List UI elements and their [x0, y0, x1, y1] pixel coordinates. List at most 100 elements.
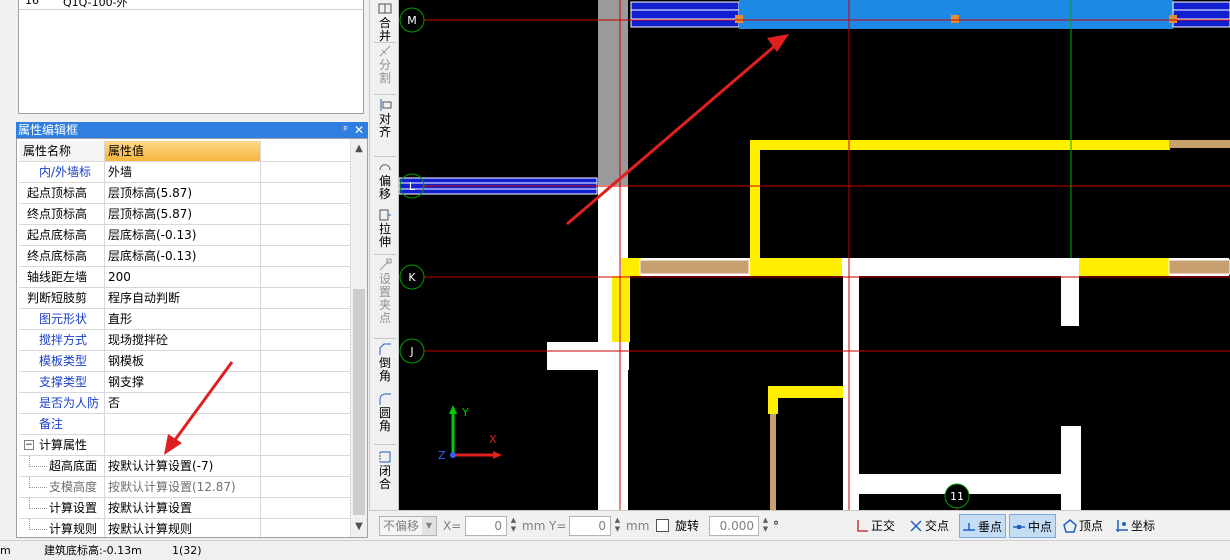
y-spinner-icon[interactable]: ▲ ▼	[612, 516, 623, 536]
fillet-button[interactable]: 圆角	[370, 392, 400, 433]
ucs-icon: Y X Z	[438, 405, 502, 462]
svg-text:X: X	[489, 433, 497, 446]
split-button[interactable]: 分割	[370, 44, 400, 85]
snap-ortho-label: 正交	[871, 519, 896, 533]
stretch-label: 拉伸	[378, 222, 391, 249]
offset-button[interactable]: 偏移	[370, 160, 400, 201]
snap-coordinate-label: 坐标	[1131, 519, 1156, 533]
chamfer-button[interactable]: 倒角	[370, 342, 400, 383]
set-grip-button[interactable]: 设置夹点	[370, 258, 400, 325]
chevron-down-icon[interactable]: ▼	[422, 517, 436, 535]
svg-text:L: L	[409, 180, 416, 193]
tan-wall[interactable]	[770, 414, 776, 510]
snap-vertex[interactable]: 顶点	[1061, 514, 1106, 538]
gray-column[interactable]	[598, 0, 628, 185]
y-unit: mm	[626, 519, 650, 533]
axis-bubble-11: 11	[944, 483, 970, 509]
axis-bubble-k: K	[399, 264, 425, 290]
grip-handle[interactable]	[1169, 15, 1177, 23]
stretch-button[interactable]: 拉伸	[370, 208, 400, 249]
tan-wall[interactable]	[1169, 140, 1230, 148]
rotate-input[interactable]: 0.000	[709, 516, 759, 536]
white-wall-horizontal[interactable]	[859, 474, 1079, 494]
snap-midpoint-label: 中点	[1028, 520, 1053, 534]
snap-intersection-label: 交点	[925, 519, 950, 533]
merge-label: 合并	[378, 16, 391, 43]
blue-wall[interactable]	[630, 1, 740, 28]
y-input[interactable]: 0	[569, 516, 611, 536]
axis-bubble-m: M	[399, 7, 425, 33]
tan-wall[interactable]	[1168, 259, 1230, 275]
toolbar-divider	[374, 94, 396, 95]
white-wall-horizontal[interactable]	[547, 342, 629, 370]
split-icon	[379, 45, 391, 57]
yellow-wall[interactable]	[750, 140, 1170, 150]
yellow-wall[interactable]	[750, 258, 842, 276]
yellow-wall[interactable]	[768, 386, 778, 414]
align-button[interactable]: 对齐	[370, 98, 400, 139]
status-bar: m 建筑底标高:-0.13m 1(32)	[0, 540, 1230, 560]
offset-combo-value: 不偏移	[383, 519, 420, 533]
drawing-canvas[interactable]: M L K J 11 Y X Z	[399, 0, 1230, 510]
fillet-icon	[379, 393, 391, 405]
snap-perpendicular-label: 垂点	[978, 520, 1003, 534]
grip-handle[interactable]	[735, 15, 743, 23]
toolbar-divider	[374, 156, 396, 157]
status-count: 1(32)	[172, 544, 202, 557]
snap-ortho[interactable]: 正交	[853, 514, 898, 538]
tan-wall[interactable]	[639, 259, 750, 275]
split-label: 分割	[378, 58, 391, 85]
ortho-icon	[857, 520, 868, 532]
svg-text:M: M	[407, 14, 417, 27]
coordinate-icon	[1116, 520, 1128, 532]
selected-blue-wall[interactable]	[739, 0, 1173, 29]
yellow-wall[interactable]	[750, 140, 760, 276]
close-shape-label: 闭合	[378, 464, 391, 491]
offset-combo[interactable]: 不偏移 ▼	[379, 516, 437, 536]
x-spinner-icon[interactable]: ▲ ▼	[508, 516, 519, 536]
x-unit: mm	[522, 519, 546, 533]
snap-intersection[interactable]: 交点	[907, 514, 952, 538]
chamfer-icon	[379, 343, 391, 355]
y-label: Y=	[549, 519, 567, 533]
grip-handle[interactable]	[951, 15, 959, 23]
yellow-wall[interactable]	[612, 276, 630, 342]
toolbar-divider	[374, 338, 396, 339]
x-input[interactable]: 0	[465, 516, 507, 536]
toolbar-divider	[374, 444, 396, 445]
drawing-svg[interactable]: M L K J 11 Y X Z	[399, 0, 1230, 510]
merge-button[interactable]: 合并	[370, 2, 400, 43]
close-shape-button[interactable]: 闭合	[370, 450, 400, 491]
toolbar-divider	[374, 42, 396, 43]
chamfer-label: 倒角	[378, 356, 391, 383]
svg-text:Z: Z	[438, 449, 446, 462]
status-elevation: 建筑底标高:-0.13m	[44, 544, 142, 557]
white-wall-vertical[interactable]	[602, 370, 612, 510]
grip-icon	[379, 258, 392, 271]
yellow-wall[interactable]	[1079, 258, 1169, 276]
offset-icon	[379, 164, 391, 171]
yellow-wall[interactable]	[768, 386, 843, 398]
svg-text:Y: Y	[461, 406, 469, 419]
snap-perpendicular[interactable]: 垂点	[959, 514, 1007, 538]
svg-text:11: 11	[950, 490, 964, 503]
axis-lines	[421, 0, 1230, 510]
blue-wall[interactable]	[1172, 1, 1230, 28]
white-wall-vertical[interactable]	[843, 276, 859, 510]
snap-midpoint[interactable]: 中点	[1009, 514, 1057, 538]
fillet-label: 圆角	[378, 406, 391, 433]
svg-text:J: J	[409, 345, 413, 358]
white-wall-vertical[interactable]	[1061, 426, 1081, 510]
rotate-spinner-icon[interactable]: ▲ ▼	[760, 516, 771, 536]
stretch-icon	[379, 209, 391, 221]
perpendicular-icon	[963, 523, 975, 531]
align-label: 对齐	[378, 112, 391, 139]
close-shape-icon	[379, 451, 391, 463]
vertex-icon	[1063, 519, 1077, 533]
rotate-checkbox[interactable]	[656, 519, 669, 532]
snap-coordinate[interactable]: 坐标	[1113, 514, 1158, 538]
offset-label: 偏移	[378, 174, 391, 201]
white-wall-vertical[interactable]	[1061, 276, 1079, 326]
yellow-wall[interactable]	[621, 258, 641, 276]
coordinate-toolbar: 不偏移 ▼ X= 0 ▲ ▼ mm Y= 0 ▲ ▼ mm 旋转 0.000 ▲ ▼ …	[369, 510, 1230, 540]
